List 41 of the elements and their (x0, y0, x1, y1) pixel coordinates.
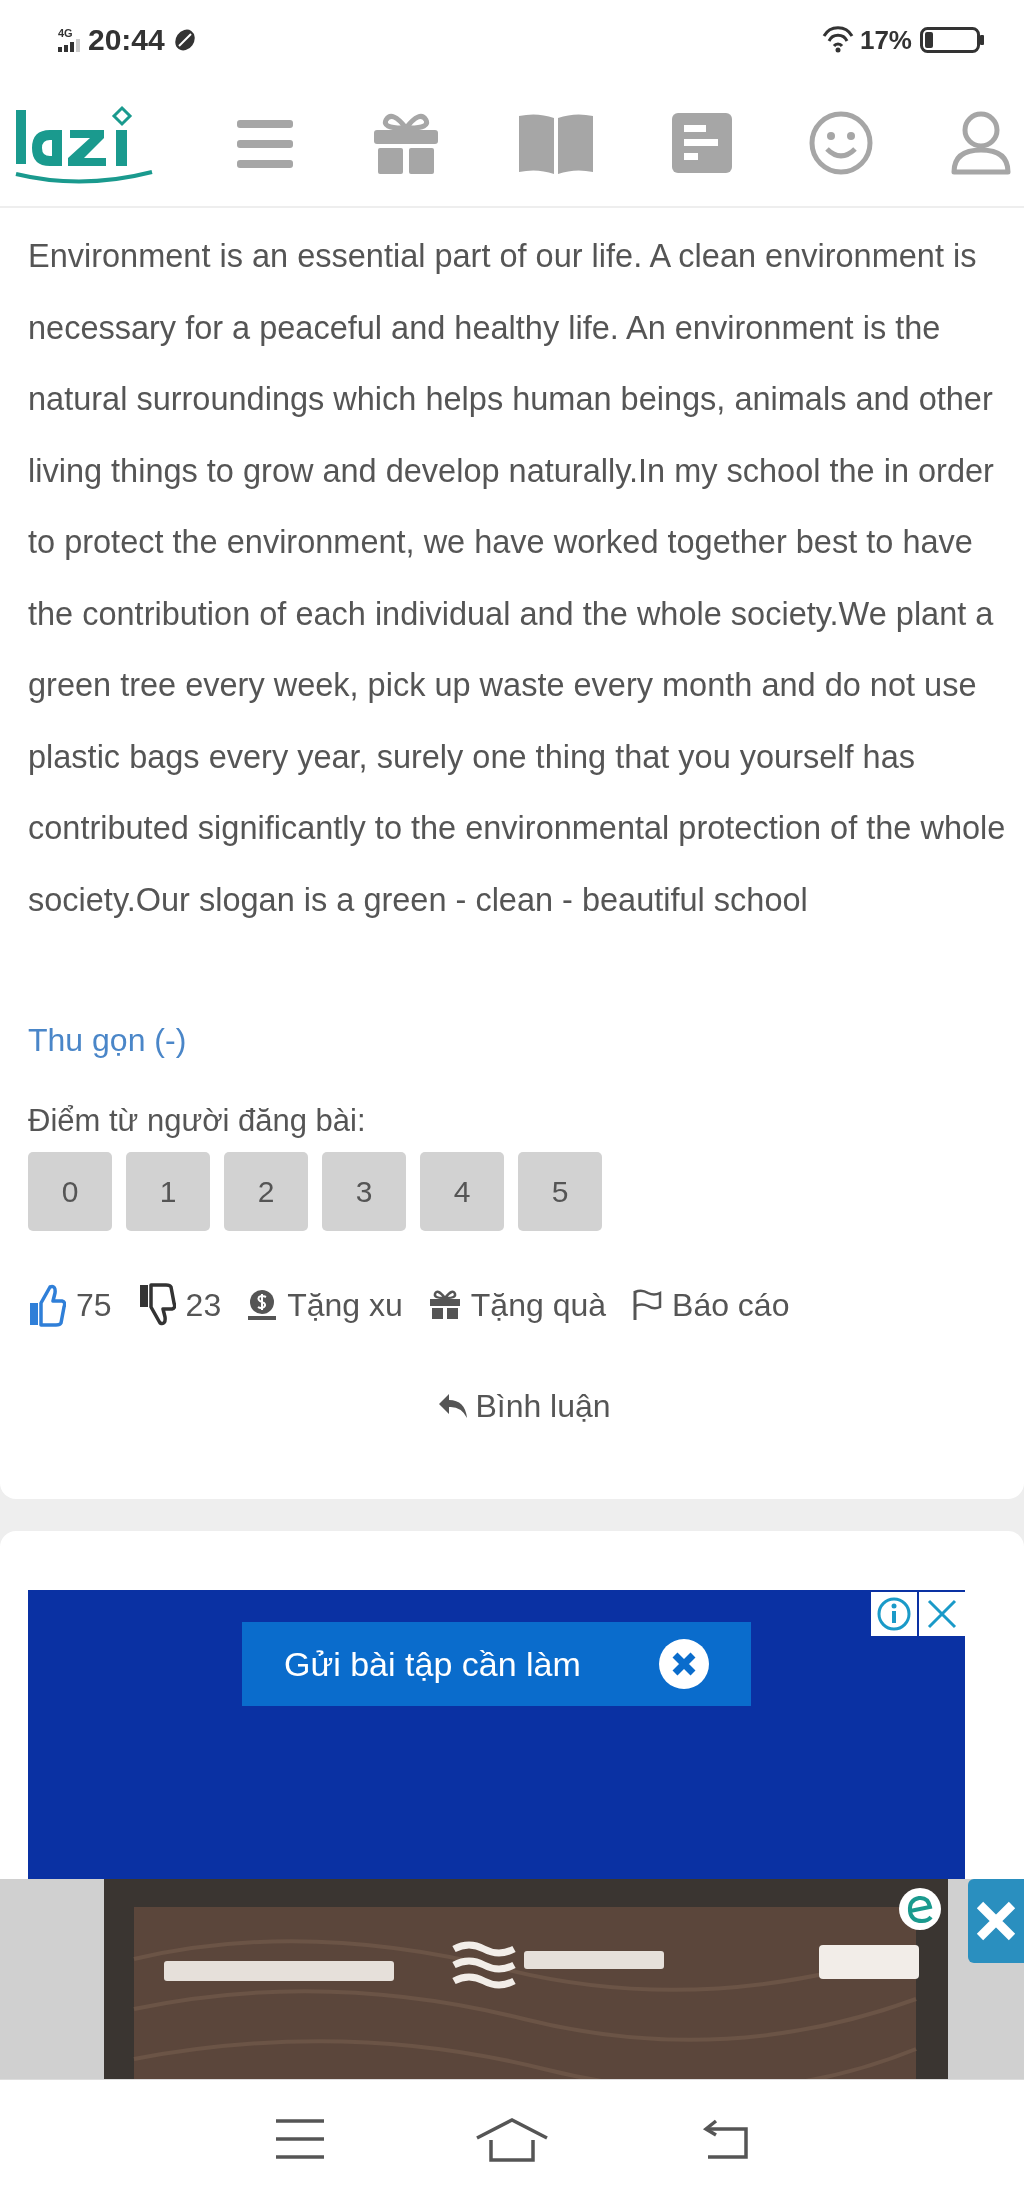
wifi-icon (821, 26, 854, 54)
score-button[interactable]: 4 (420, 1152, 504, 1231)
close-icon (659, 1639, 709, 1689)
collapse-link[interactable]: Thu gọn (-) (28, 1018, 187, 1062)
close-icon[interactable] (974, 1899, 1018, 1943)
reply-icon (437, 1392, 470, 1420)
e-badge-icon[interactable] (898, 1887, 942, 1931)
network-label: 4G (58, 28, 73, 39)
menu-icon[interactable] (274, 2117, 327, 2161)
signal-icon (58, 39, 80, 52)
flag-button[interactable]: Báo cáo (632, 1286, 790, 1324)
battery-icon (920, 27, 984, 53)
close-icon[interactable] (925, 1597, 959, 1631)
score-button[interactable]: 5 (518, 1152, 602, 1231)
document-icon[interactable] (672, 113, 732, 173)
smiley-icon[interactable] (809, 111, 873, 175)
clock-time: 20:44 (88, 23, 165, 57)
thumbs-down-icon (137, 1283, 176, 1327)
coin-button[interactable]: Tặng xu (247, 1286, 403, 1324)
answer-text: Environment is an essential part of our life. A clean environment is necessary for a peaceful and healthy life. An environment is the natural surroundings which helps human beings, animals and other living things to grow and develop naturally.In my school the in order to protect the environment, we have worked together best to have the contribution of each individual and the whole society.We plant a green tree every week, pick up waste every month and do not use plastic bags every year, surely one thing that you yourself has contributed significantly to the environmental protection of the whole society.Our slogan is a green - clean - beautiful school (28, 237, 1007, 920)
rating-label: Điểm từ người đăng bài: (28, 1102, 367, 1140)
score-button[interactable]: 3 (322, 1152, 406, 1231)
comment-button[interactable]: Bình luận (437, 1384, 611, 1428)
coin-icon (247, 1289, 278, 1321)
score-button[interactable]: 1 (126, 1152, 210, 1231)
thumbs-up-icon (28, 1283, 66, 1327)
leaf-icon (172, 28, 197, 52)
battery-percent: 17% (859, 24, 912, 56)
dislike-button[interactable]: 23 (137, 1283, 222, 1327)
user-icon[interactable] (950, 110, 1012, 176)
home-icon[interactable] (475, 2116, 549, 2162)
score-button[interactable]: 0 (28, 1152, 112, 1231)
like-button[interactable]: 75 (28, 1283, 112, 1327)
gift-icon[interactable] (372, 112, 440, 174)
submit-homework-button[interactable]: Gửi bài tập cần làm (242, 1622, 751, 1706)
gift-button[interactable]: Tặng quà (428, 1286, 607, 1324)
score-button[interactable]: 2 (224, 1152, 308, 1231)
flag-icon (632, 1289, 663, 1321)
book-icon[interactable] (517, 112, 595, 174)
info-icon[interactable] (877, 1597, 911, 1631)
gift-icon (428, 1290, 461, 1320)
